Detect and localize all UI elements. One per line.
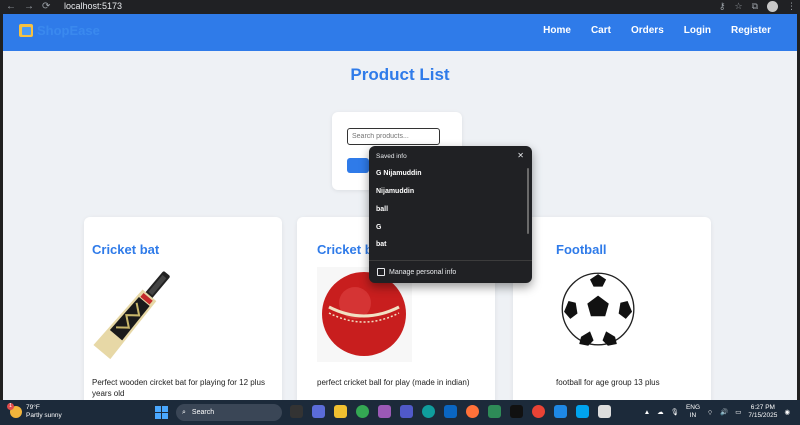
autofill-item[interactable]: Nijamuddin bbox=[376, 188, 414, 195]
widgets-icon[interactable] bbox=[312, 405, 325, 418]
chrome-alt-icon[interactable] bbox=[532, 405, 545, 418]
product-card: Cricket bat Perfect wooden circket bat f… bbox=[84, 217, 282, 400]
menu-icon[interactable]: ⋮ bbox=[787, 1, 796, 12]
battery-icon[interactable]: ▭ bbox=[735, 408, 741, 416]
taskbar: 1 79°F Partly sunny ⌕ Search ▲ ☁ 🎙 ENG I… bbox=[0, 400, 800, 425]
firefox-icon[interactable] bbox=[466, 405, 479, 418]
vscode-icon[interactable] bbox=[576, 405, 589, 418]
football-image bbox=[561, 272, 635, 346]
brand-name: ShopEase bbox=[37, 23, 100, 38]
brand[interactable]: ShopEase bbox=[19, 23, 100, 38]
start-menu-icon[interactable] bbox=[155, 406, 168, 419]
system-tray: ▲ ☁ 🎙 ENG IN ⌔ 🔊 ▭ 6:27 PM 7/15/2025 ◉ bbox=[644, 404, 790, 420]
browser-toolbar: ← → ⟳ localhost:5173 ⚷ ☆ ⧉ ⋮ bbox=[0, 0, 800, 14]
task-view-icon[interactable] bbox=[290, 405, 303, 418]
cricket-bat-image bbox=[93, 271, 170, 360]
nav-login[interactable]: Login bbox=[684, 25, 711, 36]
app-icon[interactable] bbox=[488, 405, 501, 418]
product-description: perfect cricket ball for play (made in i… bbox=[317, 378, 470, 387]
personal-info-icon bbox=[377, 268, 385, 276]
bookmark-star-icon[interactable]: ☆ bbox=[734, 1, 742, 12]
search-icon: ⌕ bbox=[182, 408, 186, 416]
nav-orders[interactable]: Orders bbox=[631, 25, 664, 36]
temperature: 79°F bbox=[26, 404, 40, 411]
manage-label: Manage personal info bbox=[389, 268, 457, 276]
nav-home[interactable]: Home bbox=[543, 25, 571, 36]
wifi-icon[interactable]: ⌔ bbox=[707, 408, 713, 417]
search-input[interactable] bbox=[347, 128, 440, 145]
file-explorer-icon[interactable] bbox=[334, 405, 347, 418]
profile-avatar[interactable] bbox=[767, 1, 778, 12]
logo-icon bbox=[19, 24, 33, 37]
product-card: Football football for age group 13 plus bbox=[513, 217, 711, 400]
cloud-icon[interactable]: ☁ bbox=[657, 408, 664, 416]
chrome-icon[interactable] bbox=[356, 405, 369, 418]
taskbar-search[interactable]: ⌕ Search bbox=[176, 404, 282, 421]
back-icon[interactable]: ← bbox=[6, 1, 16, 12]
notification-icon[interactable]: ◉ bbox=[784, 408, 790, 416]
product-description: Perfect wooden circket bat for playing f… bbox=[92, 378, 265, 398]
weather-condition: Partly sunny bbox=[26, 412, 62, 419]
edge-icon[interactable] bbox=[422, 405, 435, 418]
microphone-icon[interactable]: 🎙 bbox=[671, 408, 679, 416]
autofill-item[interactable]: G bbox=[376, 224, 381, 231]
product-name[interactable]: Football bbox=[556, 242, 607, 257]
clock[interactable]: 6:27 PM 7/15/2025 bbox=[748, 404, 777, 420]
address-bar[interactable]: localhost:5173 bbox=[64, 1, 122, 11]
autofill-item[interactable]: ball bbox=[376, 206, 388, 213]
forward-icon[interactable]: → bbox=[24, 1, 34, 12]
reload-icon[interactable]: ⟳ bbox=[42, 1, 50, 12]
volume-icon[interactable]: 🔊 bbox=[720, 408, 728, 416]
page-title: Product List bbox=[350, 65, 450, 84]
extensions-icon[interactable]: ⧉ bbox=[752, 1, 758, 12]
manage-personal-info-link[interactable]: Manage personal info bbox=[377, 268, 456, 276]
autofill-item[interactable]: bat bbox=[376, 241, 387, 248]
search-button[interactable] bbox=[347, 158, 369, 173]
copilot-icon[interactable] bbox=[378, 405, 391, 418]
close-icon[interactable]: ✕ bbox=[517, 151, 524, 160]
taskbar-search-label: Search bbox=[191, 409, 215, 416]
app-icon[interactable] bbox=[554, 405, 567, 418]
pinned-apps bbox=[290, 405, 611, 418]
popup-divider bbox=[369, 260, 532, 261]
page-content: ShopEase Home Cart Orders Login Register… bbox=[3, 14, 797, 400]
language-indicator[interactable]: ENG IN bbox=[686, 404, 700, 420]
product-name[interactable]: Cricket b bbox=[317, 242, 373, 257]
nav-cart[interactable]: Cart bbox=[591, 25, 611, 36]
nav-register[interactable]: Register bbox=[731, 25, 771, 36]
teams-icon[interactable] bbox=[400, 405, 413, 418]
popup-header: Saved info bbox=[376, 153, 407, 160]
weather-icon: 1 bbox=[7, 403, 22, 418]
navbar: ShopEase Home Cart Orders Login Register bbox=[3, 14, 797, 51]
product-name[interactable]: Cricket bat bbox=[92, 242, 159, 257]
weather-widget[interactable]: 1 79°F Partly sunny bbox=[7, 403, 62, 420]
terminal-icon[interactable] bbox=[510, 405, 523, 418]
outlook-icon[interactable] bbox=[444, 405, 457, 418]
autofill-popup: Saved info ✕ G Nijamuddin Nijamuddin bal… bbox=[369, 146, 532, 283]
key-icon[interactable]: ⚷ bbox=[719, 1, 726, 12]
app-icon[interactable] bbox=[598, 405, 611, 418]
popup-scrollbar[interactable] bbox=[527, 168, 529, 234]
product-description: football for age group 13 plus bbox=[556, 378, 660, 387]
chevron-up-icon[interactable]: ▲ bbox=[644, 409, 650, 416]
autofill-item[interactable]: G Nijamuddin bbox=[376, 170, 422, 177]
